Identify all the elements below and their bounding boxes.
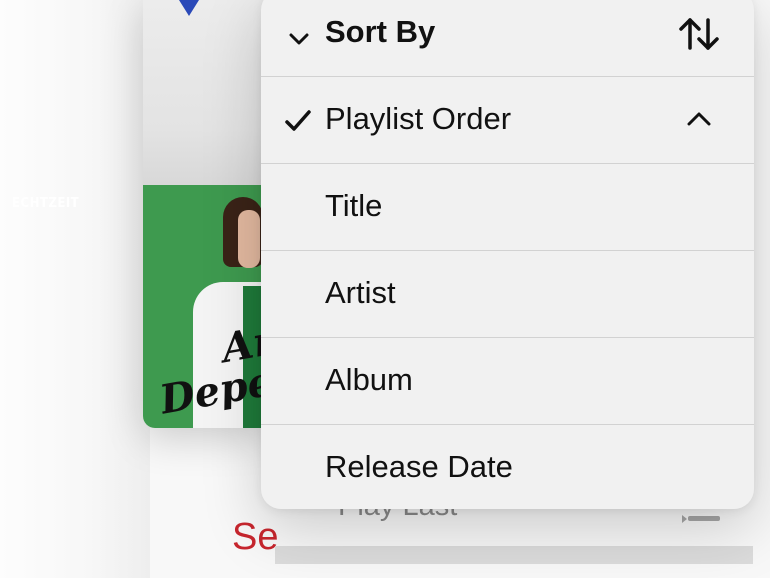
sort-option-label: Release Date [325, 449, 513, 484]
sort-option-artist[interactable]: Artist [261, 250, 754, 337]
artist-photo-face [238, 210, 260, 268]
album-art-label: ECHTZEIT [12, 196, 80, 211]
chevron-up-icon[interactable] [687, 111, 711, 127]
red-link-text[interactable]: Se [232, 516, 278, 559]
sort-arrows-icon[interactable] [677, 16, 721, 52]
screen: ECHTZEIT An Deper Play Last Se Sort By [0, 0, 770, 578]
sort-option-label: Title [325, 188, 383, 223]
artwork-top-panel [143, 0, 273, 185]
sort-option-album[interactable]: Album [261, 337, 754, 424]
sort-menu: Sort By Playlist Order Title Artist Albu… [261, 0, 754, 509]
sort-menu-header[interactable]: Sort By [261, 0, 754, 76]
blue-triangle-graphic [179, 0, 199, 16]
blurred-backdrop [0, 0, 150, 578]
sort-option-title[interactable]: Title [261, 163, 754, 250]
sort-option-label: Playlist Order [325, 101, 512, 136]
chevron-down-icon [289, 33, 309, 45]
checkmark-icon [285, 110, 311, 131]
play-last-icon [682, 512, 720, 524]
sort-option-release-date[interactable]: Release Date [261, 424, 754, 509]
sort-option-playlist-order[interactable]: Playlist Order [261, 76, 754, 163]
sort-option-label: Artist [325, 275, 396, 310]
bottom-divider-strip [275, 546, 753, 564]
sort-option-label: Album [325, 362, 413, 397]
sort-by-title: Sort By [325, 14, 436, 49]
